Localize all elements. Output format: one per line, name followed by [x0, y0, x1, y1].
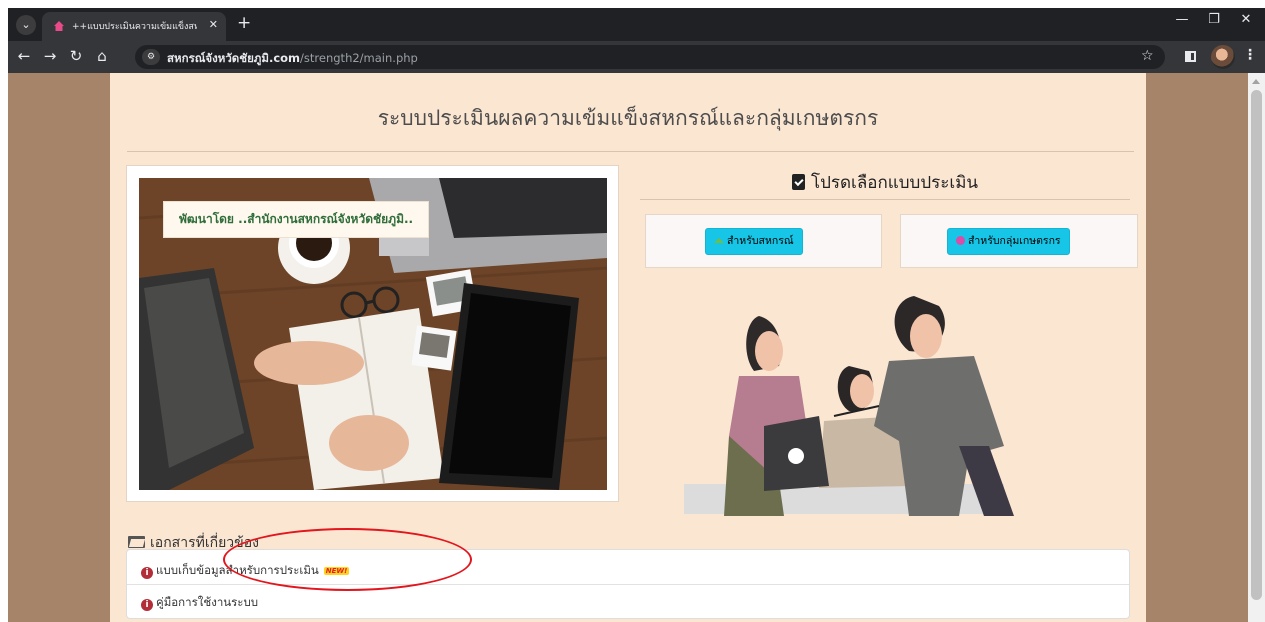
docs-list: i แบบเก็บข้อมูลสำหรับการประเมิน NEW! i คู่ม… [126, 549, 1130, 619]
desk-photo: พัฒนาโดย ..สำนักงานสหกรณ์จังหวัดชัยภูมิ.… [139, 178, 607, 490]
window-close-icon[interactable]: ✕ [1229, 12, 1263, 27]
tab-strip: ⌄ ++แบบประเมินความเข้มแข็งสหกรณ์ ✕ + — ❐… [8, 8, 1265, 41]
menu-kebab-icon[interactable]: ⋮ [1243, 47, 1257, 63]
address-bar[interactable]: ⚙ สหกรณ์จังหวัดชัยภูมิ.com/strength2/mai… [135, 45, 1165, 69]
farmer-group-option-box: สำหรับกลุ่มเกษตรกร [900, 214, 1138, 268]
divider [640, 199, 1130, 200]
select-form-heading: โปรดเลือกแบบประเมิน [640, 169, 1130, 196]
scroll-up-arrow-icon[interactable] [1252, 79, 1260, 84]
doc-item-user-manual[interactable]: i คู่มือการใช้งานระบบ [127, 585, 1129, 618]
new-tab-icon[interactable]: + [237, 13, 251, 33]
vertical-scrollbar[interactable] [1248, 73, 1265, 622]
side-panel-icon[interactable] [1185, 51, 1196, 62]
cooperative-button[interactable]: สำหรับสหกรณ์ [705, 228, 803, 255]
divider [127, 151, 1134, 152]
tab-search-icon[interactable]: ⌄ [16, 15, 36, 35]
house-icon [714, 238, 724, 243]
hero-image-card: พัฒนาโดย ..สำนักงานสหกรณ์จังหวัดชัยภูมิ.… [126, 165, 619, 502]
page-viewport: ระบบประเมินผลความเข้มแข็งสหกรณ์และกลุ่มเ… [8, 73, 1248, 622]
profile-avatar[interactable] [1211, 45, 1235, 69]
bookmark-star-icon[interactable]: ☆ [1141, 48, 1154, 64]
team-illustration [684, 296, 1014, 516]
reload-icon[interactable]: ↻ [66, 47, 86, 65]
developer-credit: พัฒนาโดย ..สำนักงานสหกรณ์จังหวัดชัยภูมิ.… [163, 201, 430, 238]
cooperative-option-box: สำหรับสหกรณ์ [645, 214, 882, 268]
site-info-icon[interactable]: ⚙ [142, 49, 160, 65]
restore-icon[interactable]: ❐ [1197, 12, 1231, 27]
scroll-thumb[interactable] [1251, 90, 1262, 600]
main-container: ระบบประเมินผลความเข้มแข็งสหกรณ์และกลุ่มเ… [110, 73, 1146, 622]
home-icon[interactable]: ⌂ [92, 47, 112, 65]
browser-tab[interactable]: ++แบบประเมินความเข้มแข็งสหกรณ์ ✕ [42, 12, 226, 41]
browser-window: ⌄ ++แบบประเมินความเข้มแข็งสหกรณ์ ✕ + — ❐… [8, 8, 1265, 622]
new-badge: NEW! [323, 567, 350, 575]
tab-title: ++แบบประเมินความเข้มแข็งสหกรณ์ [72, 22, 197, 32]
clipboard-check-icon [791, 174, 805, 190]
page-title: ระบบประเมินผลความเข้มแข็งสหกรณ์และกลุ่มเ… [377, 106, 879, 130]
house-favicon-icon [54, 21, 64, 31]
tab-close-icon[interactable]: ✕ [209, 18, 218, 31]
info-icon: i [141, 567, 153, 579]
forward-icon[interactable]: → [40, 47, 60, 65]
doc-item-data-form[interactable]: i แบบเก็บข้อมูลสำหรับการประเมิน NEW! [127, 550, 1129, 585]
url-text[interactable]: สหกรณ์จังหวัดชัยภูมิ.com/strength2/main.… [167, 50, 418, 68]
back-icon[interactable]: ← [14, 47, 34, 65]
info-icon: i [141, 599, 153, 611]
browser-toolbar: ← → ↻ ⌂ ⚙ สหกรณ์จังหวัดชัยภูมิ.com/stren… [8, 41, 1265, 73]
farmer-group-button[interactable]: สำหรับกลุ่มเกษตรกร [947, 228, 1070, 255]
minimize-icon[interactable]: — [1165, 12, 1199, 27]
group-icon [956, 236, 965, 245]
folder-open-icon [128, 536, 145, 548]
